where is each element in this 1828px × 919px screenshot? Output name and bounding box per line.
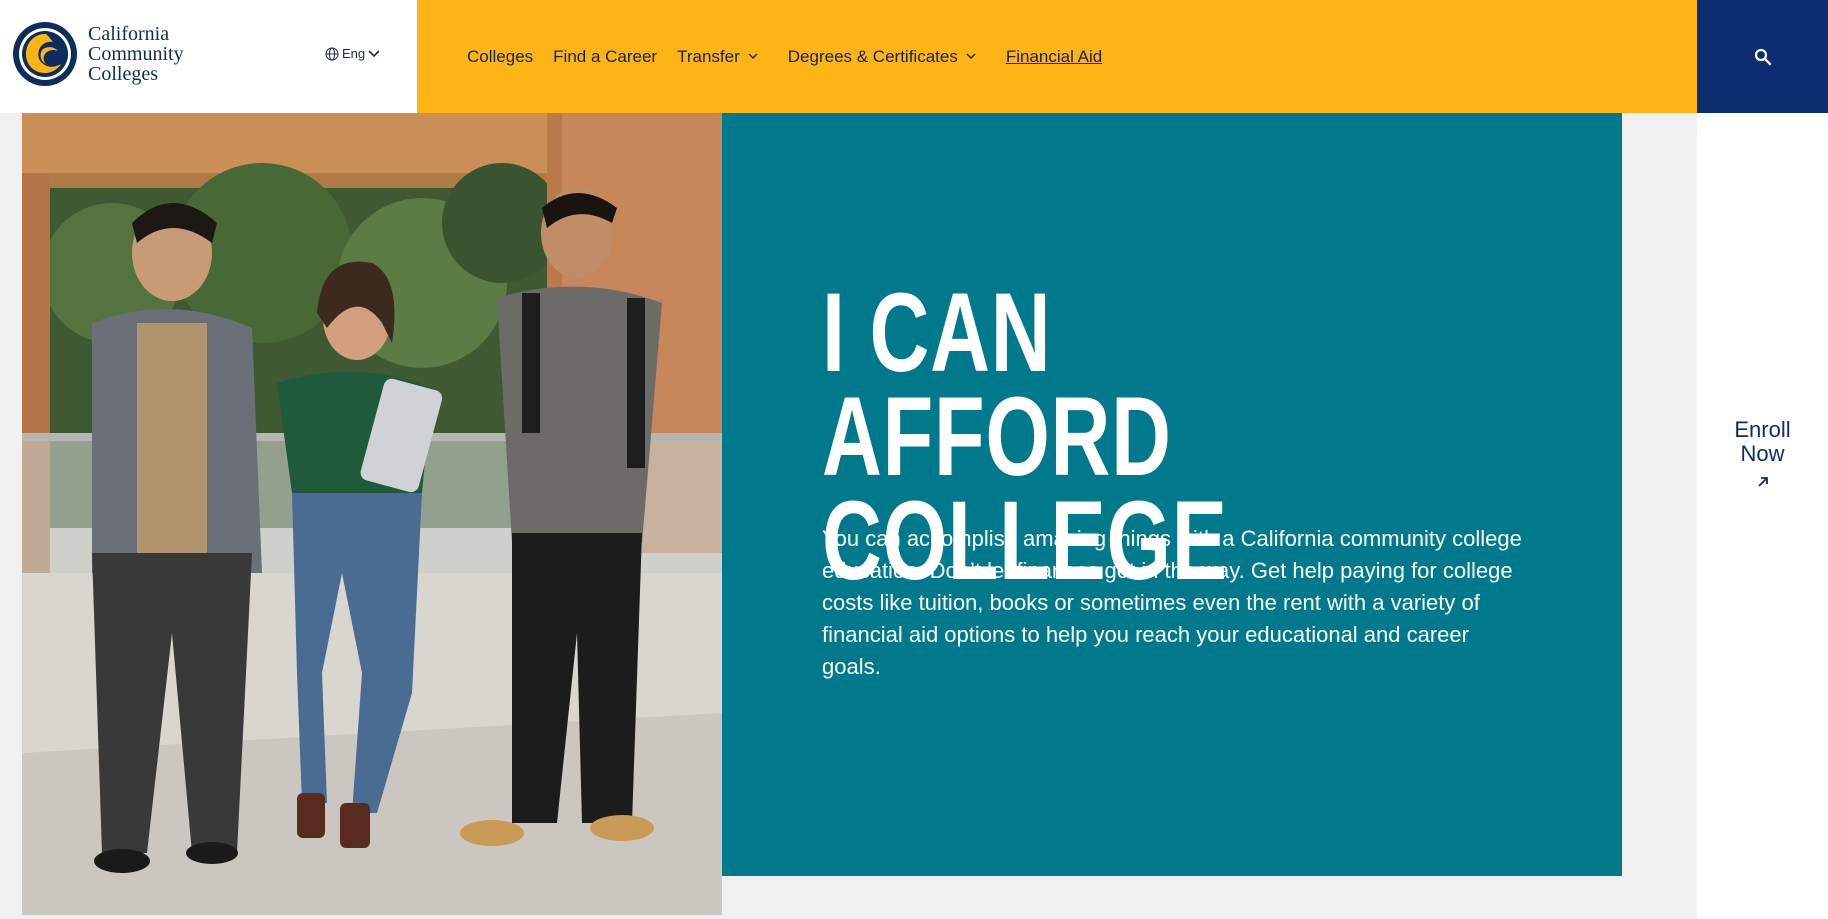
search-button[interactable] (1697, 0, 1828, 113)
nav-item-financial-aid[interactable]: Financial Aid (1006, 47, 1102, 67)
nav-item-degrees-certificates[interactable]: Degrees & Certificates (788, 47, 976, 67)
nav-item-label: Find a Career (553, 46, 658, 66)
nav-item-label: Transfer (677, 46, 740, 66)
right-rail: Enroll Now (1697, 113, 1828, 919)
nav-item-label: Financial Aid (1005, 46, 1103, 66)
hero-photo (22, 113, 722, 915)
brand-area: California Community Colleges Eng (0, 0, 417, 113)
nav-list: Colleges Find a Career Transfer Degrees … (467, 0, 1122, 113)
logo-line-1: California (88, 23, 170, 45)
chevron-down-icon (966, 53, 976, 59)
search-icon (1754, 48, 1771, 65)
site-header: California Community Colleges Eng Colleg… (0, 0, 1828, 113)
globe-icon (325, 47, 339, 60)
hero-panel: I CAN AFFORD COLLEGE You can accomplish … (722, 113, 1622, 876)
nav-item-label: Degrees & Certificates (787, 46, 958, 66)
enroll-now-link[interactable]: Enroll Now (1697, 418, 1828, 488)
ccc-logo-icon (13, 22, 77, 86)
students-walking-image (22, 113, 722, 915)
hero-description: You can accomplish amazing things with a… (822, 526, 1522, 679)
enroll-now-label: Enroll Now (1734, 417, 1791, 466)
logo-line-2: Community (88, 43, 184, 65)
nav-item-label: Colleges (467, 46, 534, 66)
language-selector[interactable]: Eng (325, 46, 383, 61)
language-label: Eng (342, 46, 366, 61)
chevron-down-icon (368, 49, 380, 57)
nav-item-transfer[interactable]: Transfer (677, 47, 758, 67)
logo-line-3: Colleges (88, 63, 158, 85)
site-logo[interactable]: California Community Colleges (12, 21, 184, 87)
main-navigation: Colleges Find a Career Transfer Degrees … (417, 0, 1697, 113)
arrow-up-right-icon (1757, 477, 1768, 487)
logo-text: California Community Colleges (88, 24, 184, 84)
nav-item-find-a-career[interactable]: Find a Career (553, 47, 657, 67)
nav-item-colleges[interactable]: Colleges (467, 47, 533, 67)
chevron-down-icon (748, 53, 758, 59)
